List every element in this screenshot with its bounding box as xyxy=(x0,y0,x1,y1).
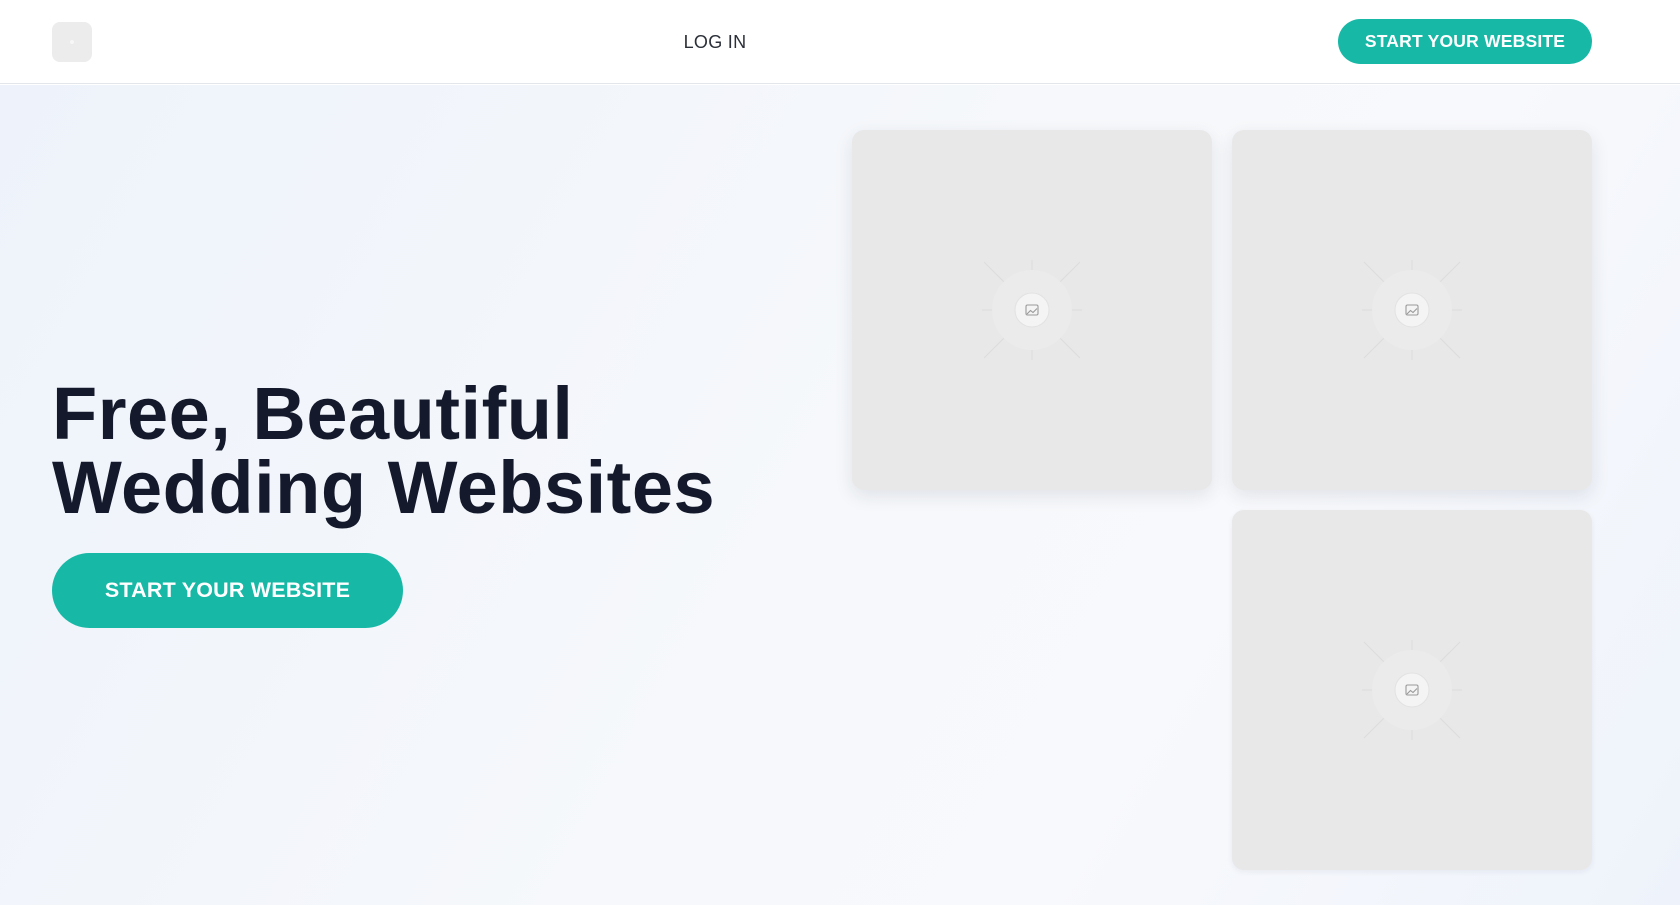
logo-mark xyxy=(70,40,74,44)
hero-headline-line-2: Wedding Websites xyxy=(52,446,716,529)
hero-section: Free, Beautiful Wedding Websites START Y… xyxy=(0,85,1680,905)
start-website-button-hero[interactable]: START YOUR WEBSITE xyxy=(52,553,403,628)
gallery-image-placeholder xyxy=(1232,510,1592,870)
image-placeholder-icon xyxy=(1362,260,1462,360)
logo-icon[interactable] xyxy=(52,22,92,62)
image-placeholder-icon xyxy=(1362,640,1462,740)
start-website-button-header[interactable]: START YOUR WEBSITE xyxy=(1338,19,1592,64)
hero-headline: Free, Beautiful Wedding Websites xyxy=(52,377,772,525)
image-placeholder-icon xyxy=(982,260,1082,360)
gallery-image-placeholder xyxy=(1232,130,1592,490)
top-navigation-bar: LOG IN START YOUR WEBSITE xyxy=(0,0,1680,84)
gallery-image-placeholder xyxy=(852,130,1212,490)
login-link[interactable]: LOG IN xyxy=(650,30,780,54)
hero-headline-line-1: Free, Beautiful xyxy=(52,372,574,455)
